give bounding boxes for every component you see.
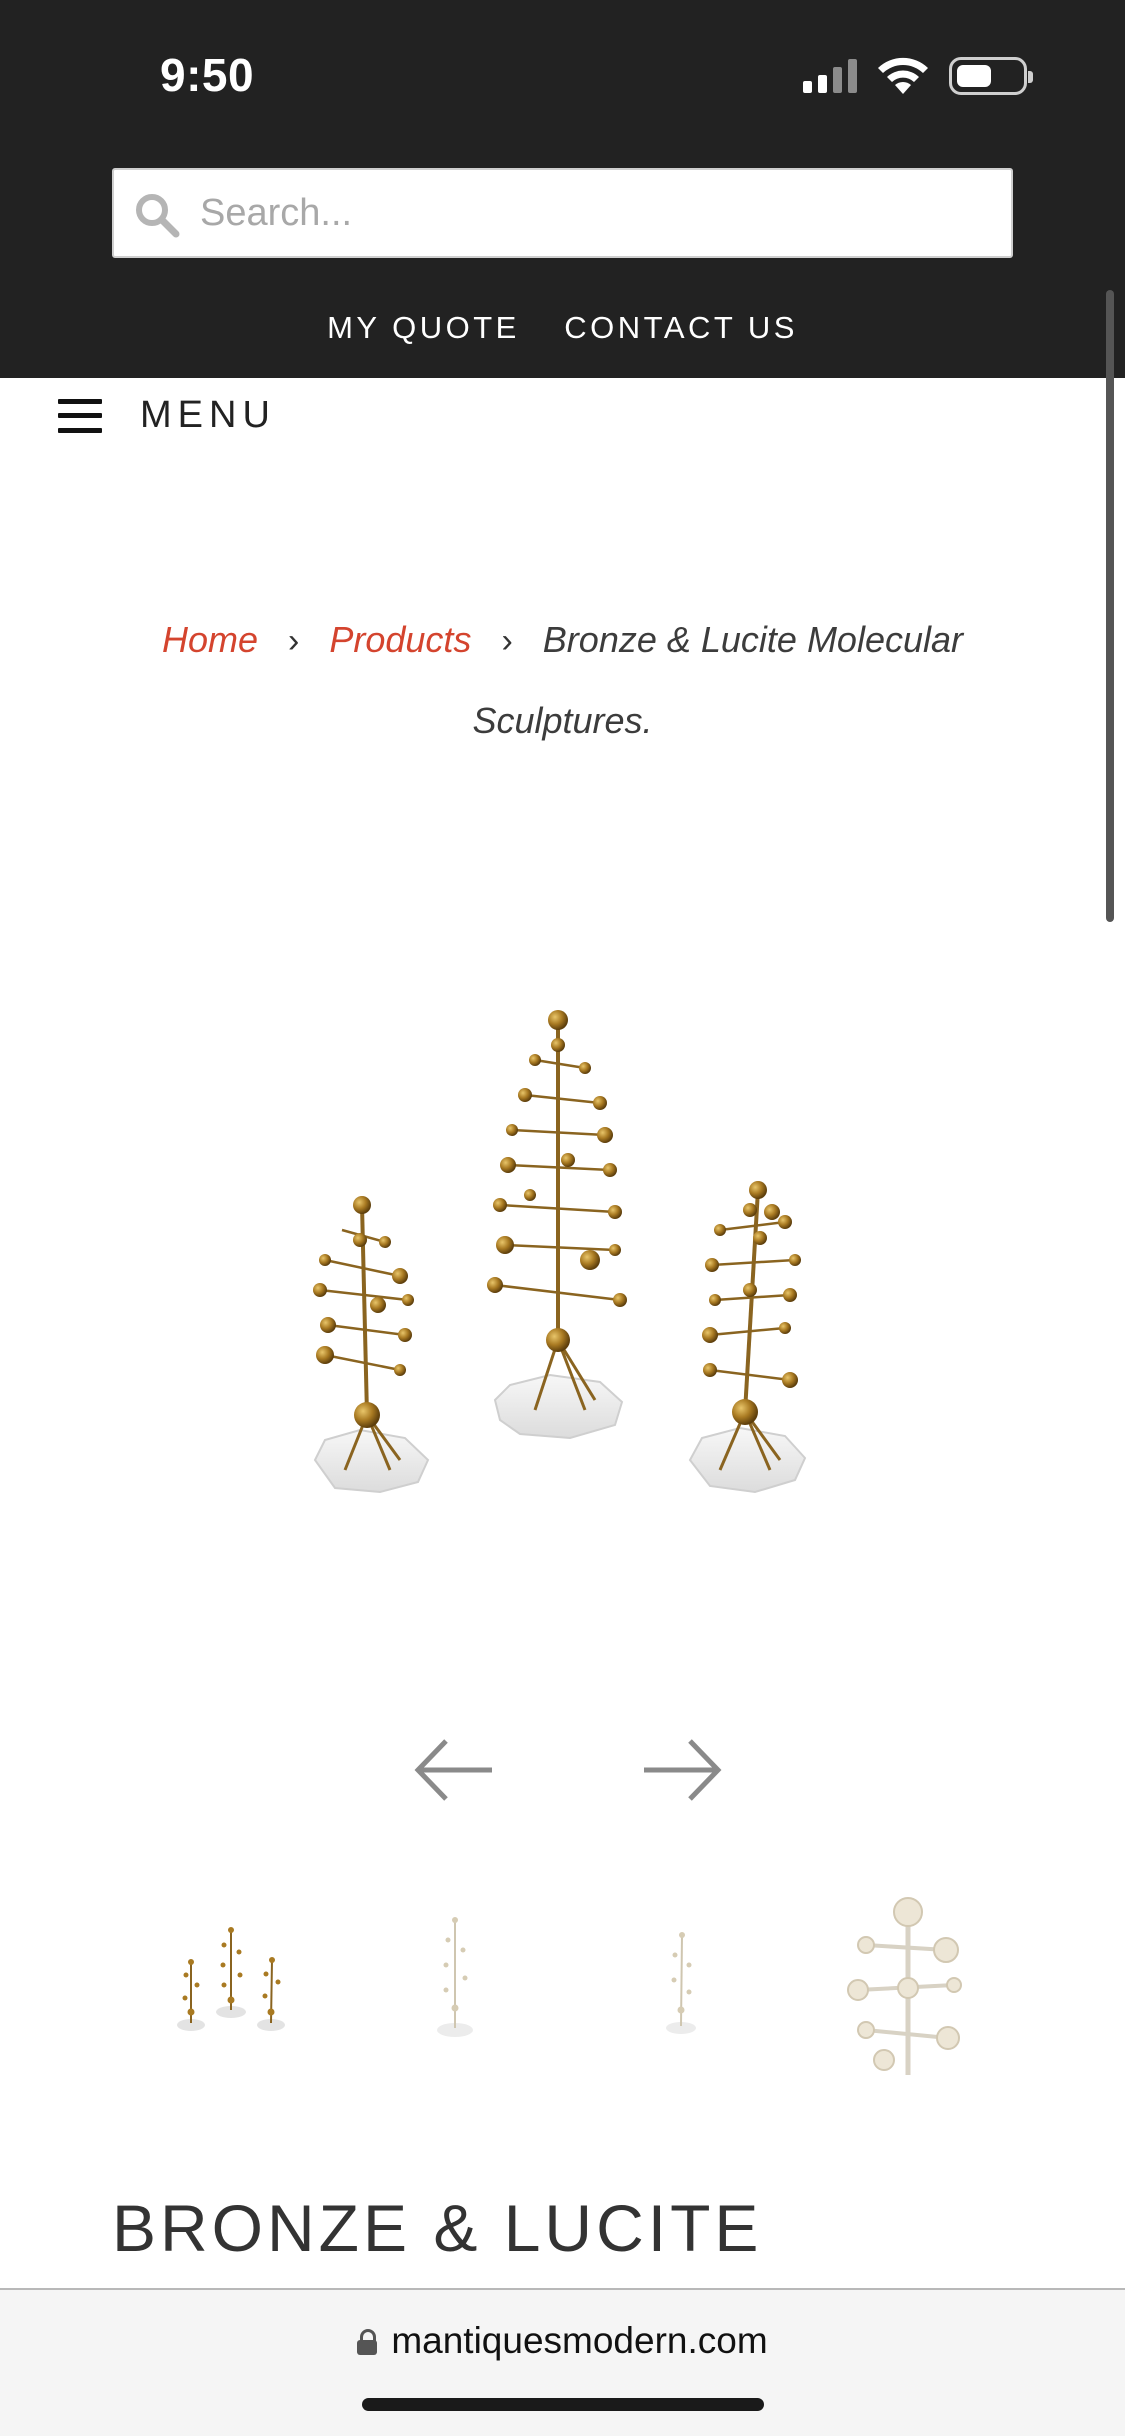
url-text: mantiquesmodern.com [391, 2320, 768, 2361]
product-title: BRONZE & LUCITE [112, 2191, 763, 2265]
hamburger-icon [58, 398, 102, 433]
search-box[interactable] [112, 168, 1013, 258]
breadcrumb-home-link[interactable]: Home [162, 619, 258, 660]
thumbnail-single-sculpture[interactable] [380, 1890, 530, 2080]
contact-us-link[interactable]: CONTACT US [564, 310, 798, 346]
carousel-controls [0, 1735, 1125, 1805]
right-sculpture [688, 1181, 807, 1494]
thumbnail-trio[interactable] [156, 1890, 306, 2080]
thumbnail-detail[interactable] [836, 1890, 986, 2080]
top-header: 9:50 MY QUOTE CONTACT US [0, 0, 1125, 378]
arrow-left-icon[interactable] [410, 1735, 500, 1805]
menu-label: MENU [140, 394, 276, 436]
breadcrumb: Home › Products › Bronze & Lucite Molecu… [120, 600, 1005, 761]
page-scrollbar[interactable] [1106, 290, 1114, 922]
breadcrumb-current: Bronze & Lucite Molecular Sculptures. [472, 619, 964, 741]
lock-icon [357, 2329, 378, 2355]
home-indicator[interactable] [362, 2398, 764, 2411]
status-time: 9:50 [160, 49, 255, 101]
search-input[interactable] [200, 170, 980, 256]
wifi-icon [878, 57, 928, 94]
search-icon [136, 194, 180, 238]
my-quote-link[interactable]: MY QUOTE [327, 310, 520, 346]
top-links: MY QUOTE CONTACT US [0, 310, 1125, 346]
battery-icon [949, 57, 1033, 95]
chevron-right-icon: › [288, 622, 300, 660]
thumbnail-strip [0, 1890, 1125, 2090]
arrow-right-icon[interactable] [636, 1735, 726, 1805]
cellular-signal-icon [803, 59, 857, 93]
product-main-image[interactable] [250, 960, 875, 1560]
address-display[interactable]: mantiquesmodern.com [0, 2320, 1125, 2362]
menu-button[interactable]: MENU [58, 394, 276, 437]
breadcrumb-products-link[interactable]: Products [329, 619, 471, 660]
chevron-right-icon: › [501, 622, 513, 660]
browser-address-bar[interactable]: mantiquesmodern.com [0, 2288, 1125, 2436]
thumbnail-small-sculpture[interactable] [606, 1890, 756, 2080]
left-sculpture [313, 1196, 430, 1494]
status-icons [803, 56, 1033, 96]
center-sculpture [487, 1010, 627, 1440]
